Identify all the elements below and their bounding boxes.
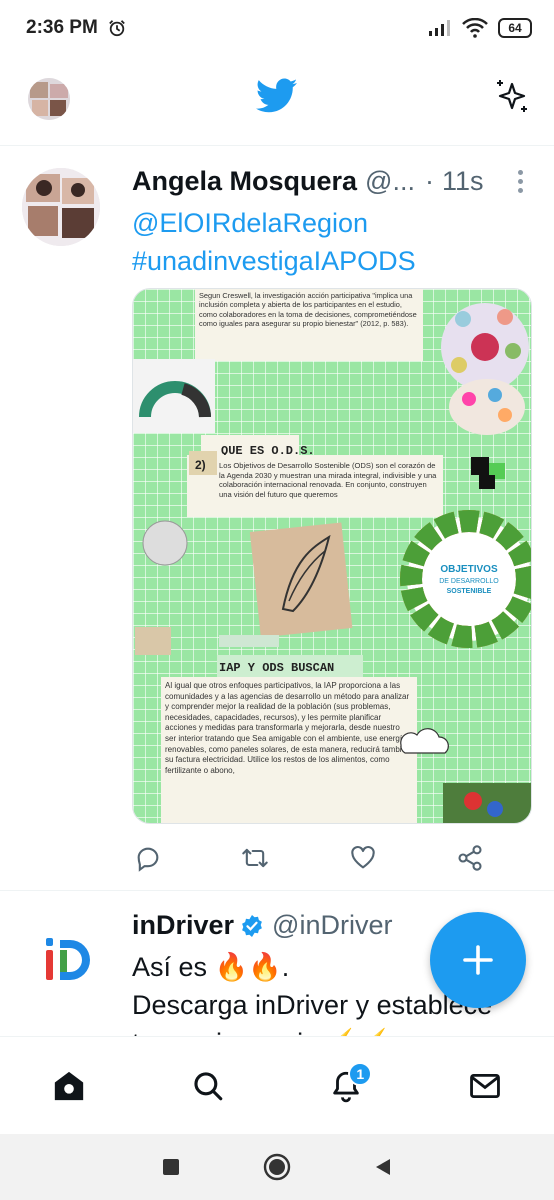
separator-dot: · <box>424 166 434 196</box>
notification-badge: 1 <box>348 1061 373 1086</box>
nav-messages[interactable] <box>455 1056 515 1116</box>
tweet-line: Descarga inDriver y establece <box>132 990 493 1020</box>
mention-link[interactable]: @ElOIRdelaRegion <box>132 204 416 242</box>
mail-icon <box>469 1073 500 1098</box>
wifi-icon <box>462 18 488 38</box>
status-bar: 2:36 PM 64 <box>0 0 554 56</box>
author-handle[interactable]: @inDriver <box>272 910 392 941</box>
status-time: 2:36 PM <box>26 17 98 38</box>
media-ods-label-1: OBJETIVOS <box>440 564 498 575</box>
share-icon[interactable] <box>456 844 484 872</box>
tweet-image[interactable]: Segun Creswell, la investigación acción … <box>132 288 532 824</box>
tweet-header: Angela Mosquera @... · 11s <box>132 166 532 197</box>
reply-icon[interactable] <box>134 844 162 872</box>
plus-icon <box>463 945 493 975</box>
media-section3-text: Al igual que otros enfoques participativ… <box>165 681 411 775</box>
recents-icon[interactable] <box>160 1156 182 1178</box>
signal-icon <box>429 20 450 36</box>
tweet-actions <box>134 842 484 874</box>
tweet-header: inDriver @inDriver <box>132 910 392 941</box>
compose-button[interactable] <box>430 912 526 1008</box>
media-ods-label-3: SOSTENIBLE <box>447 588 492 595</box>
alarm-icon <box>108 20 125 37</box>
author-name[interactable]: inDriver <box>132 910 234 941</box>
media-quote-text: Segun Creswell, la investigación acción … <box>199 291 417 328</box>
battery-icon: 64 <box>498 18 532 38</box>
bottom-nav: 1 <box>0 1036 554 1134</box>
twitter-bird-icon[interactable] <box>256 78 298 114</box>
like-icon[interactable] <box>349 844 377 872</box>
nav-search[interactable] <box>178 1056 238 1116</box>
tweet-time: 11s <box>441 166 484 196</box>
media-section2-number: 2) <box>195 458 206 472</box>
status-icons: 64 <box>428 18 532 38</box>
hashtag-link[interactable]: #unadinvestigaIAPODS <box>132 242 416 280</box>
author-handle[interactable]: @... <box>365 166 415 197</box>
sparkle-icon[interactable] <box>492 76 532 116</box>
nav-home[interactable] <box>39 1056 99 1116</box>
back-icon[interactable] <box>372 1156 394 1178</box>
nav-notifications[interactable]: 1 <box>316 1056 376 1116</box>
home-circle-icon[interactable] <box>262 1152 292 1182</box>
author-name[interactable]: Angela Mosquera <box>132 166 357 197</box>
indriver-avatar[interactable] <box>40 930 100 990</box>
app-header <box>0 56 554 146</box>
author-avatar[interactable] <box>22 168 100 246</box>
retweet-icon[interactable] <box>241 844 269 872</box>
tweet-line: tu propio precio ⚡⚡ <box>132 1024 492 1036</box>
media-ods-label-2: DE DESARROLLO <box>439 578 499 585</box>
home-icon <box>55 1071 84 1100</box>
verified-icon <box>242 914 262 937</box>
tweet-divider <box>0 890 554 891</box>
search-icon <box>194 1071 223 1100</box>
media-section3-title: IAP Y ODS BUSCAN <box>219 661 334 675</box>
media-section2-text: Los Objetivos de Desarrollo Sostenible (… <box>219 461 437 499</box>
tweet-text: @ElOIRdelaRegion #unadinvestigaIAPODS <box>132 204 416 280</box>
profile-avatar[interactable] <box>28 78 70 120</box>
system-nav-bar <box>0 1134 554 1200</box>
more-icon[interactable] <box>518 170 524 197</box>
